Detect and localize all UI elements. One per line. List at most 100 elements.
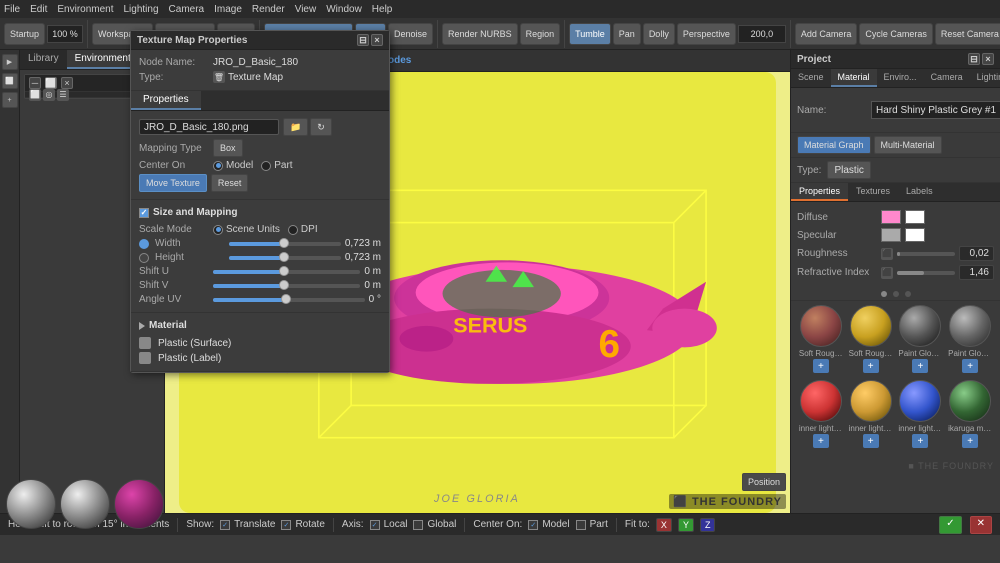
zoom-input[interactable]	[47, 25, 83, 43]
right-panel-close-btn[interactable]: ×	[982, 53, 994, 65]
move-texture-btn[interactable]: Move Texture	[139, 174, 207, 192]
startup-btn[interactable]: Startup	[4, 23, 45, 45]
translate-checkbox[interactable]: ✓	[220, 520, 230, 530]
mat-thumb-add-8[interactable]: +	[962, 434, 978, 448]
rotate-checkbox[interactable]: ✓	[281, 520, 291, 530]
center-on-model[interactable]: Model	[213, 160, 253, 171]
props-tab-textures[interactable]: Textures	[848, 183, 898, 201]
type-value-right[interactable]: Plastic	[827, 161, 870, 179]
shift-v-thumb[interactable]	[279, 280, 289, 290]
tab-material[interactable]: Material	[831, 69, 877, 87]
sidebar-thumb-3[interactable]	[114, 479, 164, 529]
mat-thumb-add-3[interactable]: +	[912, 359, 928, 373]
diffuse-color-swatch[interactable]	[881, 210, 901, 224]
dpi-dot[interactable]	[288, 225, 298, 235]
mat-thumb-inner-light-3[interactable]	[850, 380, 892, 422]
material-graph-btn[interactable]: Material Graph	[797, 136, 871, 154]
tumble-btn[interactable]: Tumble	[569, 23, 611, 45]
local-checkbox[interactable]: ✓	[370, 520, 380, 530]
menu-view[interactable]: View	[295, 4, 317, 15]
file-browse-btn[interactable]: 📁	[283, 118, 308, 136]
left-panel-btn-1[interactable]: ▶	[2, 54, 18, 70]
confirm-btn[interactable]: ✓	[939, 516, 961, 534]
perspective-btn[interactable]: Perspective	[677, 23, 736, 45]
mat-thumb-paint-gloss-1[interactable]	[899, 305, 941, 347]
diffuse-color-swatch-2[interactable]	[905, 210, 925, 224]
part-checkbox-status[interactable]	[576, 520, 586, 530]
specular-color-swatch-2[interactable]	[905, 228, 925, 242]
mat-thumb-ikaruga[interactable]	[949, 380, 991, 422]
mat-thumb-soft-rough-1[interactable]	[800, 305, 842, 347]
part-radio-dot[interactable]	[261, 161, 271, 171]
menu-edit[interactable]: Edit	[30, 4, 47, 15]
left-panel-btn-3[interactable]: +	[2, 92, 18, 108]
sidebar-tab-library[interactable]: Library	[20, 50, 67, 69]
mini-tool-2[interactable]: ◎	[43, 89, 55, 101]
mat-thumb-add-1[interactable]: +	[813, 359, 829, 373]
specular-color-swatch[interactable]	[881, 228, 901, 242]
axis-y-btn[interactable]: Y	[678, 518, 694, 532]
mat-thumb-inner-light-2[interactable]	[899, 380, 941, 422]
menu-file[interactable]: File	[4, 4, 20, 15]
dpi-radio[interactable]: DPI	[288, 224, 318, 235]
mat-thumb-inner-light-7[interactable]	[800, 380, 842, 422]
global-checkbox[interactable]	[413, 520, 423, 530]
mat-thumb-add-4[interactable]: +	[962, 359, 978, 373]
height-slider-track[interactable]	[229, 256, 341, 260]
shift-u-track[interactable]	[213, 270, 360, 274]
mat-thumb-add-2[interactable]: +	[863, 359, 879, 373]
position-btn[interactable]: Position	[742, 473, 786, 491]
left-panel-btn-2[interactable]: ⬜	[2, 73, 18, 89]
width-slider-track[interactable]	[229, 242, 341, 246]
size-mapping-checkbox[interactable]: ✓	[139, 208, 149, 218]
tab-enviro[interactable]: Enviro...	[877, 69, 924, 87]
reset-btn[interactable]: Reset	[211, 174, 249, 192]
angle-uv-thumb[interactable]	[281, 294, 291, 304]
menu-environment[interactable]: Environment	[57, 4, 113, 15]
roughness-slider[interactable]	[897, 252, 955, 256]
angle-uv-track[interactable]	[213, 298, 365, 302]
refractive-slider[interactable]	[897, 271, 955, 275]
render-nurbs-btn[interactable]: Render NURBS	[442, 23, 518, 45]
right-panel-expand-btn[interactable]: ⊟	[968, 53, 980, 65]
reset-camera-btn[interactable]: Reset Camera	[935, 23, 1000, 45]
mat-thumb-soft-rough-2[interactable]	[850, 305, 892, 347]
shift-u-thumb[interactable]	[279, 266, 289, 276]
axis-z-btn[interactable]: Z	[700, 518, 716, 532]
tab-camera[interactable]: Camera	[924, 69, 970, 87]
texture-panel-close-btn[interactable]: ×	[371, 34, 383, 46]
texture-tab-properties[interactable]: Properties	[131, 91, 201, 110]
add-camera-btn[interactable]: Add Camera	[795, 23, 858, 45]
scene-units-radio[interactable]: Scene Units	[213, 224, 280, 235]
sidebar-thumb-1[interactable]	[6, 479, 56, 529]
cycle-cameras-btn[interactable]: Cycle Cameras	[859, 23, 933, 45]
mini-win-btn-1[interactable]: ─	[29, 77, 41, 89]
menu-window[interactable]: Window	[326, 4, 362, 15]
menu-render[interactable]: Render	[252, 4, 285, 15]
file-reload-btn[interactable]: ↻	[310, 118, 332, 136]
model-checkbox-status[interactable]: ✓	[528, 520, 538, 530]
mini-win-btn-3[interactable]: ×	[61, 77, 73, 89]
texture-panel-expand-btn[interactable]: ⊟	[357, 34, 369, 46]
mat-thumb-paint-gloss-2[interactable]	[949, 305, 991, 347]
menu-camera[interactable]: Camera	[169, 4, 205, 15]
type-delete-icon[interactable]: 🗑	[213, 71, 225, 83]
mini-tool-3[interactable]: ☰	[57, 89, 69, 101]
shift-v-track[interactable]	[213, 284, 360, 288]
mini-win-btn-2[interactable]: ⬜	[45, 77, 57, 89]
material-name-input[interactable]	[871, 101, 1000, 119]
height-slider-thumb[interactable]	[279, 252, 289, 262]
model-radio-dot[interactable]	[213, 161, 223, 171]
pan-btn[interactable]: Pan	[613, 23, 641, 45]
mat-thumb-add-5[interactable]: +	[813, 434, 829, 448]
menu-image[interactable]: Image	[214, 4, 242, 15]
cancel-status-btn[interactable]: ✕	[970, 516, 992, 534]
mat-thumb-add-6[interactable]: +	[863, 434, 879, 448]
zoom-value-input[interactable]	[738, 25, 786, 43]
menu-help[interactable]: Help	[372, 4, 393, 15]
menu-lighting[interactable]: Lighting	[124, 4, 159, 15]
mini-tool-1[interactable]: ⬜	[29, 89, 41, 101]
tab-scene[interactable]: Scene	[791, 69, 831, 87]
tab-lighting[interactable]: Lighting	[970, 69, 1000, 87]
dolly-btn[interactable]: Dolly	[643, 23, 675, 45]
